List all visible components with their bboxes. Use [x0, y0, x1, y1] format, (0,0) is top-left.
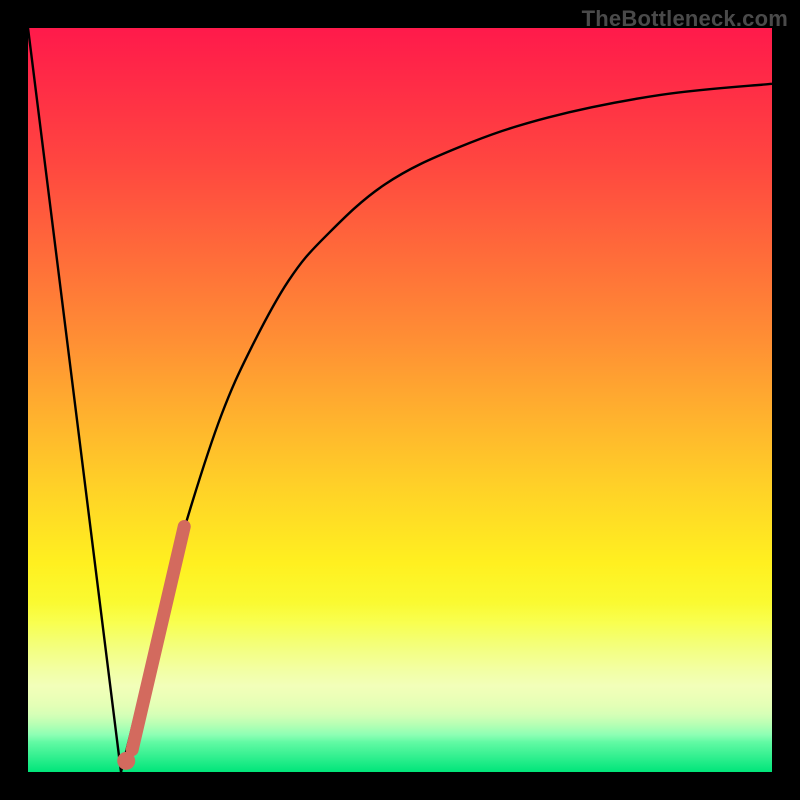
highlight-endpoint	[117, 752, 135, 770]
curve-layer	[28, 28, 772, 772]
plot-area	[28, 28, 772, 772]
highlight-segment	[132, 526, 184, 749]
bottleneck-curve	[28, 28, 772, 772]
chart-frame: TheBottleneck.com	[0, 0, 800, 800]
watermark-text: TheBottleneck.com	[582, 6, 788, 32]
